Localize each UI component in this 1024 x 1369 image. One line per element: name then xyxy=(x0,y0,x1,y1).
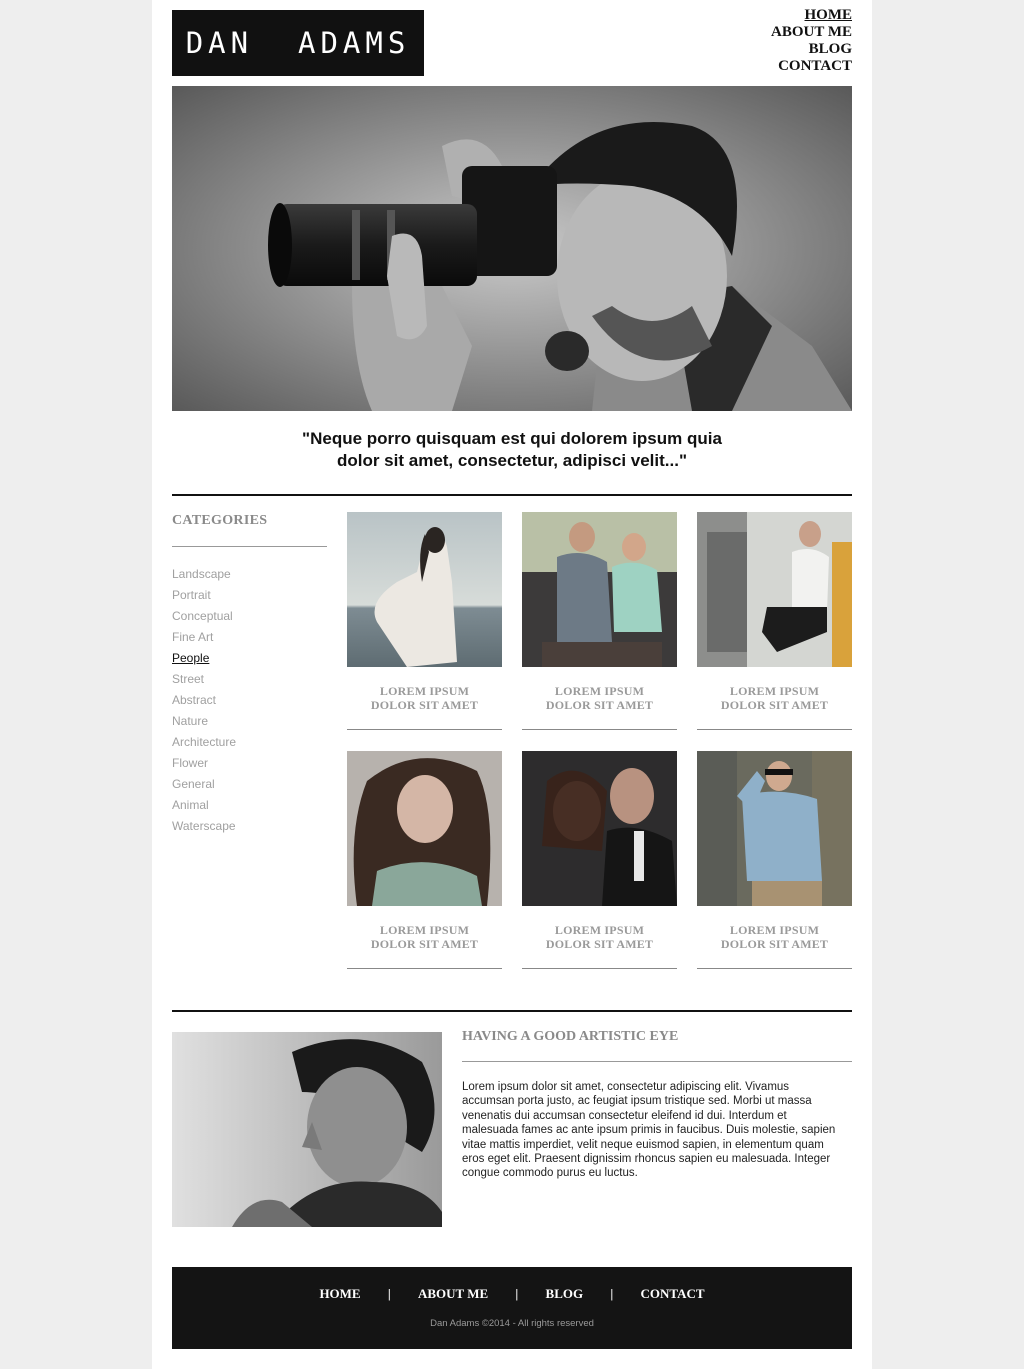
gallery-tile[interactable]: LOREM IPSUM DOLOR SIT AMET xyxy=(697,751,852,969)
category-street[interactable]: Street xyxy=(172,669,236,690)
tile-title-line2: DOLOR SIT AMET xyxy=(720,698,829,712)
tile-divider xyxy=(522,968,677,969)
page-container: DAN ADAMS HOME ABOUT ME BLOG CONTACT "Ne… xyxy=(152,0,872,1369)
about-line: eros eget elit. Praesent dignissim rhonc… xyxy=(462,1153,831,1166)
about-line: congue commodo purus eu luctus. xyxy=(462,1167,638,1180)
footer-nav: HOME | ABOUT ME | BLOG | CONTACT xyxy=(172,1286,852,1302)
tile-title-line1: LOREM IPSUM xyxy=(554,923,645,937)
footer-separator: | xyxy=(387,1286,391,1301)
category-flower[interactable]: Flower xyxy=(172,753,236,774)
category-animal[interactable]: Animal xyxy=(172,795,236,816)
tile-title-line2: DOLOR SIT AMET xyxy=(370,937,479,951)
category-conceptual[interactable]: Conceptual xyxy=(172,606,236,627)
about-line: venenatis dui accumsan consectetur eleif… xyxy=(462,1109,787,1122)
gallery-tile[interactable]: LOREM IPSUM DOLOR SIT AMET xyxy=(347,751,502,969)
tile-title-line1: LOREM IPSUM xyxy=(729,923,820,937)
gallery-photo[interactable] xyxy=(697,512,852,667)
about-divider xyxy=(462,1061,852,1062)
categories-list: Landscape Portrait Conceptual Fine Art P… xyxy=(172,564,236,837)
tile-title-line1: LOREM IPSUM xyxy=(379,684,470,698)
tile-divider xyxy=(697,968,852,969)
copyright-text: Dan Adams ©2014 - All rights reserved xyxy=(430,1318,594,1329)
nav-home[interactable]: HOME xyxy=(771,7,853,24)
nav-blog[interactable]: BLOG xyxy=(771,41,852,58)
category-waterscape[interactable]: Waterscape xyxy=(172,816,236,837)
category-architecture[interactable]: Architecture xyxy=(172,732,236,753)
quote-line-2: dolor sit amet, consectetur, adipisci ve… xyxy=(336,451,688,470)
tile-divider xyxy=(522,729,677,730)
nav-about-me[interactable]: ABOUT ME xyxy=(771,24,852,41)
tile-title-line2: DOLOR SIT AMET xyxy=(720,937,829,951)
footer-separator: | xyxy=(610,1286,614,1301)
tile-title-line1: LOREM IPSUM xyxy=(554,684,645,698)
footer-nav-home[interactable]: HOME xyxy=(319,1286,360,1302)
category-portrait[interactable]: Portrait xyxy=(172,585,236,606)
section-divider xyxy=(172,1010,852,1012)
about-line: malesuada fames ac ante ipsum primis in … xyxy=(462,1124,836,1137)
gallery-photo[interactable] xyxy=(347,512,502,667)
tile-title-line1: LOREM IPSUM xyxy=(379,923,470,937)
about-image xyxy=(172,1032,442,1227)
category-fine-art[interactable]: Fine Art xyxy=(172,627,236,648)
footer-nav-about-me[interactable]: ABOUT ME xyxy=(418,1286,488,1302)
about-paragraph: Lorem ipsum dolor sit amet, consectetur … xyxy=(462,1080,852,1181)
footer: HOME | ABOUT ME | BLOG | CONTACT Dan Ada… xyxy=(172,1267,852,1349)
gallery-photo[interactable] xyxy=(522,751,677,906)
footer-nav-blog[interactable]: BLOG xyxy=(546,1286,584,1302)
section-divider xyxy=(172,494,852,496)
tile-divider xyxy=(697,729,852,730)
footer-nav-contact[interactable]: CONTACT xyxy=(641,1286,705,1302)
category-general[interactable]: General xyxy=(172,774,236,795)
categories-title: CATEGORIES xyxy=(172,513,268,528)
hero-quote: "Neque porro quisquam est qui dolorem ip… xyxy=(172,428,852,472)
hero-image xyxy=(172,86,852,411)
gallery-photo[interactable] xyxy=(697,751,852,906)
gallery-photo[interactable] xyxy=(347,751,502,906)
category-nature[interactable]: Nature xyxy=(172,711,236,732)
categories-divider xyxy=(172,546,327,547)
tile-divider xyxy=(347,968,502,969)
category-abstract[interactable]: Abstract xyxy=(172,690,236,711)
tile-divider xyxy=(347,729,502,730)
site-logo[interactable]: DAN ADAMS xyxy=(172,10,424,76)
gallery-photo[interactable] xyxy=(522,512,677,667)
gallery-tile[interactable]: LOREM IPSUM DOLOR SIT AMET xyxy=(697,512,852,730)
main-nav: HOME ABOUT ME BLOG CONTACT xyxy=(771,7,852,75)
quote-line-1: "Neque porro quisquam est qui dolorem ip… xyxy=(302,429,722,448)
gallery-tile[interactable]: LOREM IPSUM DOLOR SIT AMET xyxy=(347,512,502,730)
tile-title-line2: DOLOR SIT AMET xyxy=(545,937,654,951)
tile-title-line2: DOLOR SIT AMET xyxy=(370,698,479,712)
nav-contact[interactable]: CONTACT xyxy=(771,58,852,75)
category-landscape[interactable]: Landscape xyxy=(172,564,236,585)
footer-separator: | xyxy=(515,1286,519,1301)
about-line: accumsan porta justo, ac feugiat ipsum t… xyxy=(462,1095,812,1108)
tile-title-line1: LOREM IPSUM xyxy=(729,684,820,698)
gallery-tile[interactable]: LOREM IPSUM DOLOR SIT AMET xyxy=(522,751,677,969)
about-line: vitae mattis imperdiet, velit neque euis… xyxy=(462,1138,824,1151)
category-people[interactable]: People xyxy=(172,648,236,669)
about-line: Lorem ipsum dolor sit amet, consectetur … xyxy=(462,1081,790,1093)
gallery-tile[interactable]: LOREM IPSUM DOLOR SIT AMET xyxy=(522,512,677,730)
about-title: HAVING A GOOD ARTISTIC EYE xyxy=(462,1029,679,1044)
tile-title-line2: DOLOR SIT AMET xyxy=(545,698,654,712)
